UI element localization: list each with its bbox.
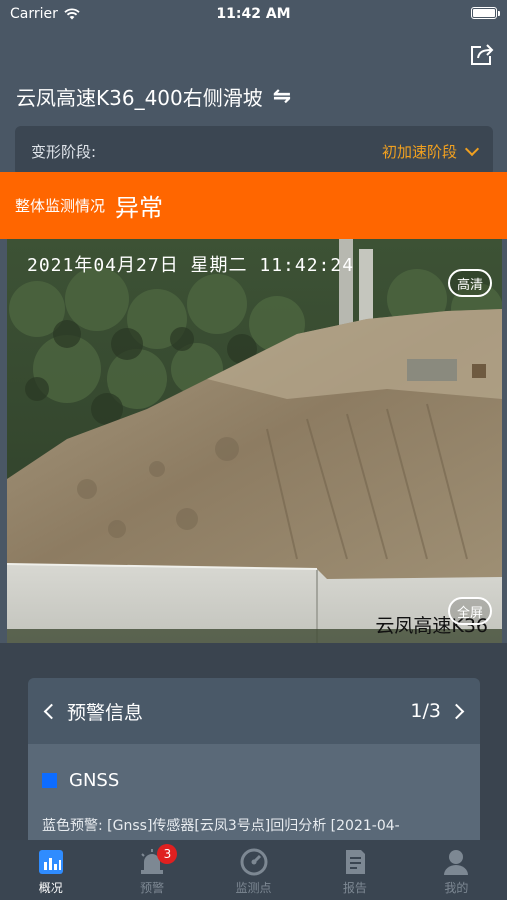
fullscreen-button[interactable]: 全屏 (448, 597, 492, 625)
tab-label: 我的 (444, 881, 469, 895)
tab-label: 概况 (38, 881, 63, 895)
warning-pager[interactable]: 1/3 (410, 700, 465, 722)
alert-banner: 整体监测情况 异常 (0, 172, 507, 239)
tab-report[interactable]: 报告 (304, 840, 405, 900)
user-icon (444, 850, 469, 875)
warning-page: 1/3 (410, 700, 441, 722)
title-row[interactable]: 云凤高速K36_400右侧滑坡 ⇋ (16, 82, 291, 111)
warning-card: 预警信息 1/3 GNSS 蓝色预警: [Gnss]传感器[云凤3号点]回归分析… (28, 678, 480, 840)
status-bar: Carrier 11:42 AM (0, 0, 507, 30)
alert-label: 整体监测情况 (15, 197, 106, 215)
warning-item-text: 蓝色预警: [Gnss]传感器[云凤3号点]回归分析 [2021-04- (42, 818, 400, 834)
stage-label: 变形阶段: (31, 142, 97, 161)
alarm-badge: 3 (157, 844, 178, 864)
tab-label: 监测点 (235, 881, 272, 895)
warning-title: 预警信息 (67, 701, 144, 724)
page-title: 云凤高速K36_400右侧滑坡 (16, 86, 263, 110)
warning-header: 预警信息 1/3 (28, 678, 480, 744)
chevron-down-icon (464, 141, 480, 156)
square-icon (42, 773, 57, 788)
report-icon (345, 850, 365, 874)
video-frame-image (7, 239, 502, 643)
gauge-icon (240, 848, 268, 876)
stage-selector[interactable]: 变形阶段: 初加速阶段 (15, 126, 493, 176)
tab-bar: 概况 3 预警 监测点 报告 我的 (0, 840, 507, 900)
video-player[interactable]: 2021年04月27日 星期二 11:42:24 高清 云凤高速K36 全屏 (7, 239, 502, 643)
video-timestamp: 2021年04月27日 星期二 11:42:24 (27, 255, 355, 276)
stage-value-group[interactable]: 初加速阶段 (381, 141, 480, 162)
warning-body[interactable]: GNSS 蓝色预警: [Gnss]传感器[云凤3号点]回归分析 [2021-04… (28, 744, 480, 840)
stage-value: 初加速阶段 (381, 142, 457, 161)
chart-icon (38, 850, 63, 874)
status-time: 11:42 AM (216, 6, 291, 22)
swap-icon[interactable]: ⇋ (273, 84, 291, 109)
battery-icon (471, 7, 500, 19)
tab-monitor-points[interactable]: 监测点 (203, 840, 304, 900)
chevron-left-icon[interactable] (43, 703, 60, 719)
alert-status: 异常 (115, 194, 164, 222)
hd-toggle-button[interactable]: 高清 (448, 269, 492, 297)
tab-label: 预警 (140, 881, 165, 895)
tab-alarm[interactable]: 3 预警 (101, 840, 202, 900)
chevron-right-icon[interactable] (448, 703, 465, 719)
warning-item-name: GNSS (69, 770, 120, 791)
tab-overview[interactable]: 概况 (0, 840, 101, 900)
tab-profile[interactable]: 我的 (406, 840, 507, 900)
warning-title-group[interactable]: 预警信息 (43, 698, 144, 725)
share-icon[interactable] (469, 42, 495, 66)
tab-label: 报告 (342, 881, 367, 895)
warning-item-header: GNSS (42, 770, 466, 791)
